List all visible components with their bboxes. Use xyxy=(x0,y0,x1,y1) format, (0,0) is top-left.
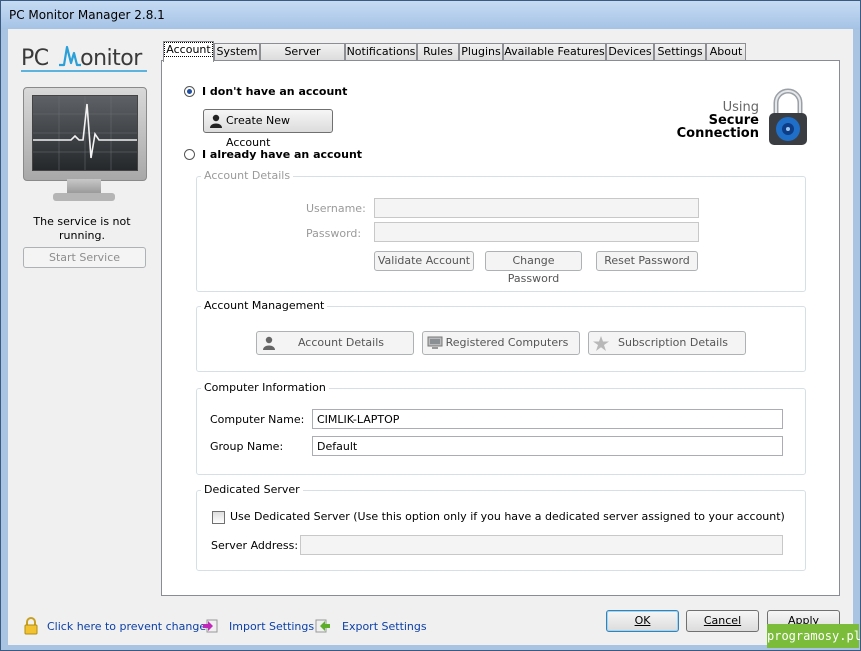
have-account-label: I already have an account xyxy=(202,148,363,161)
have-account-radio[interactable] xyxy=(184,149,195,160)
username-label: Username: xyxy=(306,202,366,215)
password-input[interactable] xyxy=(374,222,699,242)
reset-password-button[interactable]: Reset Password xyxy=(596,251,698,271)
create-account-button[interactable]: Create New Account xyxy=(203,109,333,149)
tab-devices[interactable]: Devices xyxy=(606,43,654,61)
tab-notifications[interactable]: Notifications xyxy=(345,43,417,61)
tab-server-modules[interactable]: Server Modules xyxy=(260,43,345,74)
padlock-icon xyxy=(769,88,807,145)
subscription-details-label: Subscription Details xyxy=(618,336,728,349)
star-icon xyxy=(593,336,609,351)
server-address-label: Server Address: xyxy=(211,539,299,552)
pulse-m-icon xyxy=(59,45,82,67)
window-title: PC Monitor Manager 2.8.1 xyxy=(9,8,165,22)
logo-text-onitor: onitor xyxy=(80,46,142,71)
account-details-button[interactable]: Account Details xyxy=(256,331,414,355)
tab-settings[interactable]: Settings xyxy=(654,43,706,61)
server-address-input[interactable] xyxy=(300,535,783,555)
service-status-text: The service is not running. xyxy=(33,215,131,242)
pc-monitor-logo: PC onitor xyxy=(21,43,142,71)
prevent-changes-link[interactable]: Click here to prevent changes xyxy=(47,620,212,633)
user-icon xyxy=(210,114,222,128)
no-account-label: I don't have an account xyxy=(202,85,348,98)
dedicated-server-group-label: Dedicated Server xyxy=(201,483,303,496)
heartbeat-icon xyxy=(33,96,137,170)
import-settings-link[interactable]: Import Settings xyxy=(229,620,314,633)
account-details-label: Account Details xyxy=(297,336,385,349)
user-icon xyxy=(263,336,275,350)
no-account-radio[interactable] xyxy=(184,86,195,97)
change-password-button[interactable]: Change Password xyxy=(485,251,582,285)
tab-plugins[interactable]: Plugins xyxy=(459,43,503,61)
main-window: PC Monitor Manager 2.8.1 PC onitor The s… xyxy=(0,0,861,651)
monitor-graphic xyxy=(23,87,147,207)
export-settings-link[interactable]: Export Settings xyxy=(342,620,427,633)
registered-computers-button[interactable]: Registered Computers xyxy=(422,331,580,355)
watermark-badge: programosy.pl xyxy=(767,624,861,648)
logo-text-pc: PC xyxy=(21,46,49,71)
account-management-group-label: Account Management xyxy=(201,299,328,312)
group-name-input[interactable]: Default xyxy=(312,436,783,456)
computer-name-input[interactable]: CIMLIK-LAPTOP xyxy=(312,409,783,429)
title-bar[interactable]: PC Monitor Manager 2.8.1 xyxy=(1,1,860,29)
group-name-label: Group Name: xyxy=(210,440,284,453)
computer-icon xyxy=(427,336,443,349)
validate-account-button[interactable]: Validate Account xyxy=(374,251,474,271)
tab-system[interactable]: System xyxy=(214,43,260,61)
dedicated-server-group xyxy=(196,490,806,571)
dedicated-server-checkbox[interactable] xyxy=(212,511,225,524)
cancel-button[interactable]: Cancel xyxy=(686,610,759,632)
registered-computers-label: Registered Computers xyxy=(445,336,569,349)
logo-underline xyxy=(21,70,147,72)
tab-about[interactable]: About xyxy=(706,43,746,61)
tab-available-features[interactable]: Available Features xyxy=(503,43,606,61)
import-icon[interactable] xyxy=(202,618,218,634)
password-label: Password: xyxy=(306,227,362,240)
export-icon[interactable] xyxy=(315,618,331,634)
dedicated-server-checkbox-label: Use Dedicated Server (Use this option on… xyxy=(230,510,785,523)
tab-account[interactable]: Account xyxy=(163,41,214,62)
account-details-group-label: Account Details xyxy=(201,169,294,182)
computer-information-group xyxy=(196,388,806,475)
tab-rules[interactable]: Rules xyxy=(417,43,459,61)
ok-button[interactable]: OK xyxy=(606,610,679,632)
start-service-button[interactable]: Start Service xyxy=(23,247,146,268)
username-input[interactable] xyxy=(374,198,699,218)
computer-information-group-label: Computer Information xyxy=(201,381,329,394)
secure-connection-text: Using Secure Connection xyxy=(676,100,759,141)
computer-name-label: Computer Name: xyxy=(210,413,305,426)
lock-icon[interactable] xyxy=(23,617,39,635)
subscription-details-button[interactable]: Subscription Details xyxy=(588,331,746,355)
